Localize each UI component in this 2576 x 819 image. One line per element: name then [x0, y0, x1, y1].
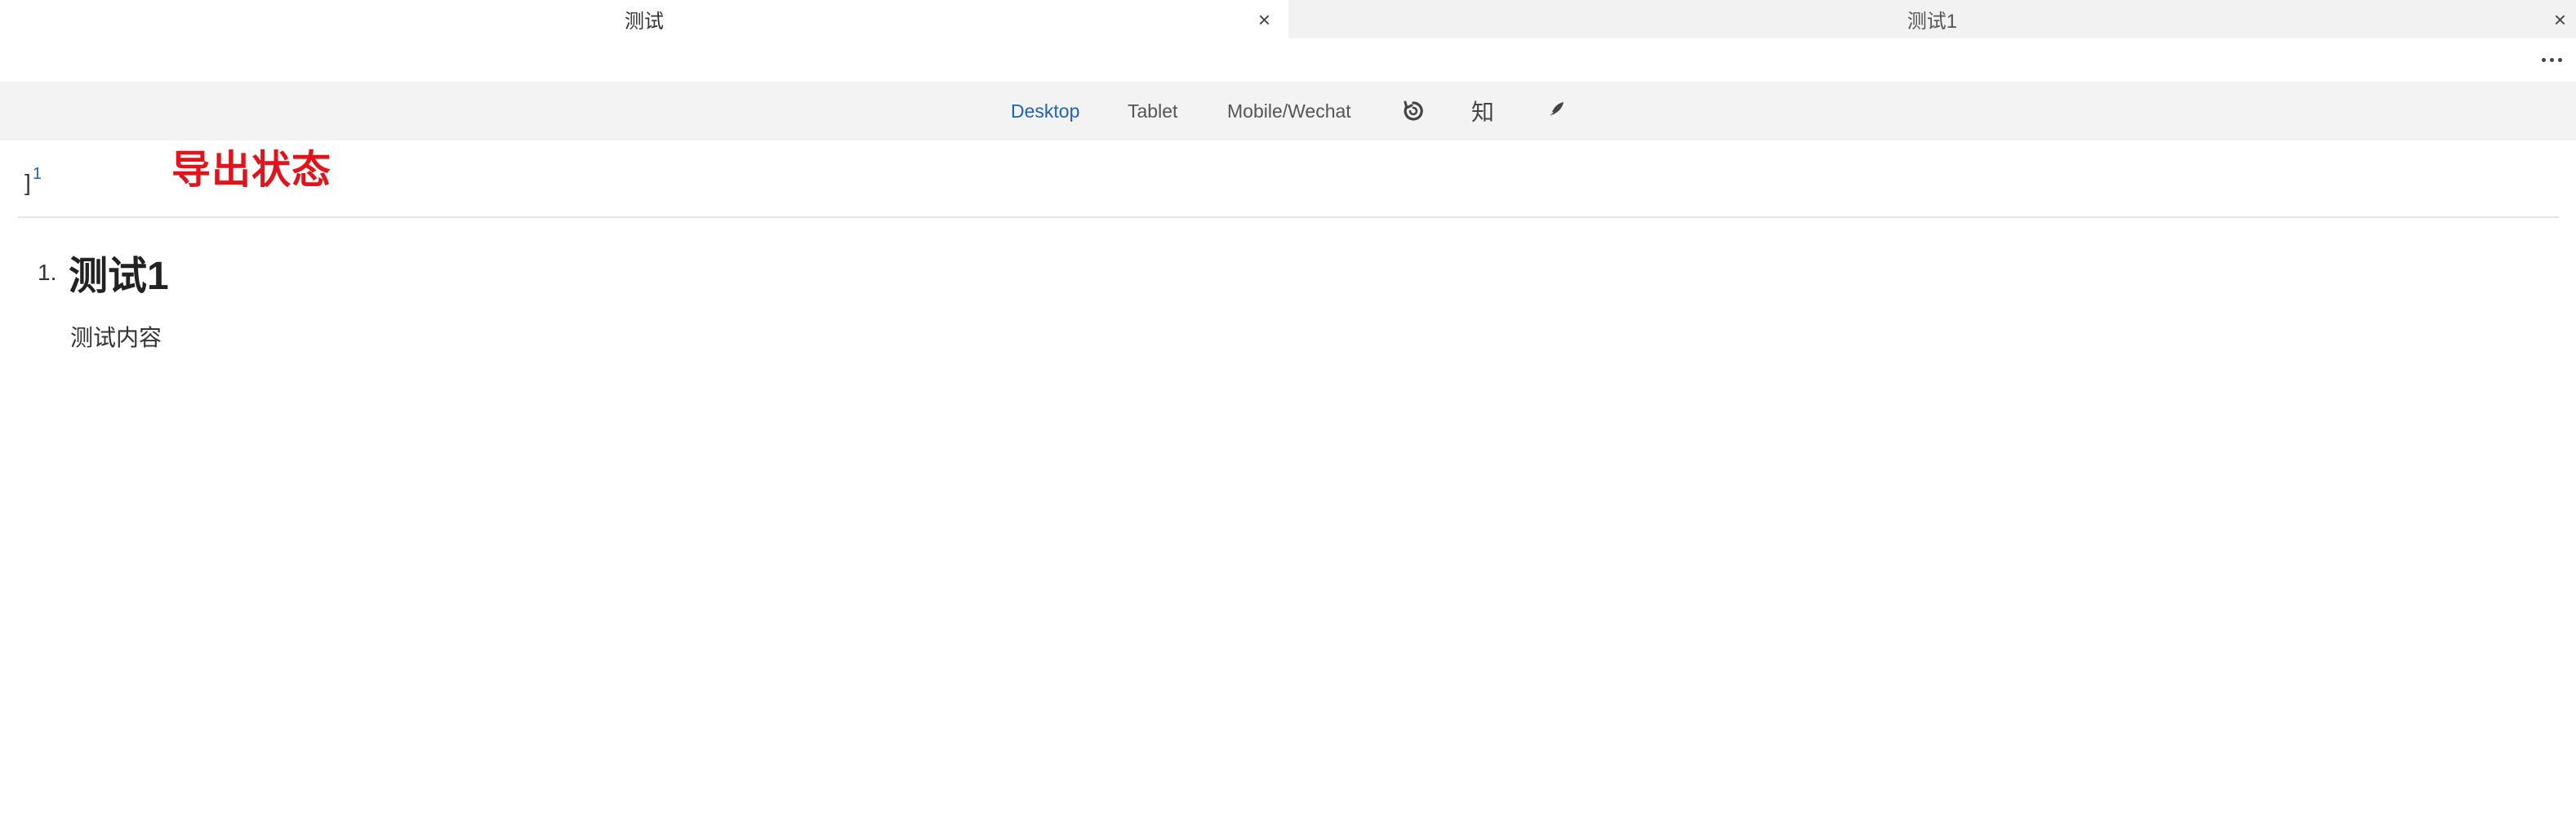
body-paragraph: 测试内容	[70, 325, 162, 350]
more-dot	[2541, 57, 2546, 62]
tab-bar: 测试 × 测试1 ×	[0, 0, 2576, 38]
mobile-wechat-view-button[interactable]: Mobile/Wechat	[1227, 82, 1351, 140]
tab-label: 测试1	[1906, 11, 1958, 33]
section-heading: 测试1	[69, 255, 169, 298]
divider	[18, 216, 2559, 218]
refresh-icon[interactable]	[1401, 82, 1426, 140]
more-dot	[2549, 57, 2554, 62]
list-number: 1.	[38, 260, 57, 285]
text-fragment: ]	[24, 170, 31, 195]
feather-icon[interactable]	[1542, 82, 1566, 140]
more-options-button[interactable]	[2535, 47, 2568, 72]
footnote-reference[interactable]: 1	[33, 165, 42, 184]
tab-label: 测试	[625, 11, 664, 33]
export-status-annotation: 导出状态	[171, 149, 332, 192]
close-icon[interactable]: ×	[1258, 9, 1270, 30]
tab-test[interactable]: 测试 ×	[0, 0, 1288, 38]
desktop-view-button[interactable]: Desktop	[1011, 82, 1079, 140]
more-dot	[2557, 57, 2562, 62]
zhihu-icon[interactable]: 知	[1471, 82, 1494, 140]
close-icon[interactable]: ×	[2554, 9, 2566, 30]
tab-test1[interactable]: 测试1 ×	[1288, 0, 2576, 38]
preview-toolbar: Desktop Tablet Mobile/Wechat 知	[0, 82, 2576, 140]
tablet-view-button[interactable]: Tablet	[1128, 82, 1177, 140]
